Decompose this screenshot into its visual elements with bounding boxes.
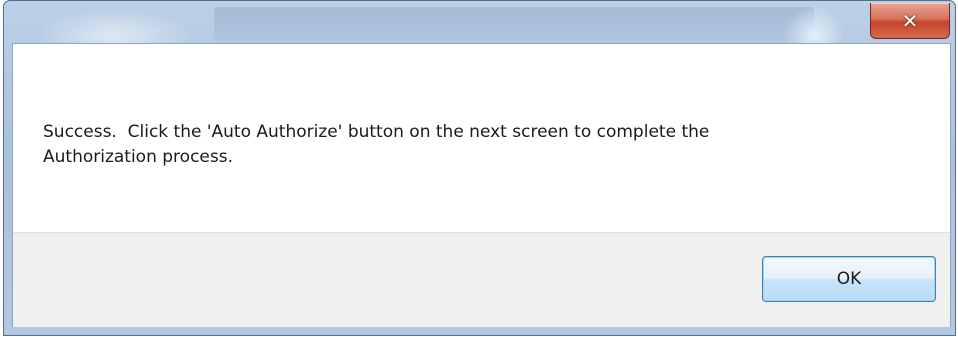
message-text: Success. Click the 'Auto Authorize' butt… xyxy=(43,122,710,167)
close-icon: ✕ xyxy=(901,8,919,33)
dialog-window: ✕ Success. Click the 'Auto Authorize' bu… xyxy=(3,0,956,336)
dialog-content: Success. Click the 'Auto Authorize' butt… xyxy=(12,43,951,327)
button-panel: OK xyxy=(13,232,950,327)
message-panel: Success. Click the 'Auto Authorize' butt… xyxy=(13,44,950,232)
close-button[interactable]: ✕ xyxy=(870,3,950,39)
ok-button[interactable]: OK xyxy=(762,256,936,302)
